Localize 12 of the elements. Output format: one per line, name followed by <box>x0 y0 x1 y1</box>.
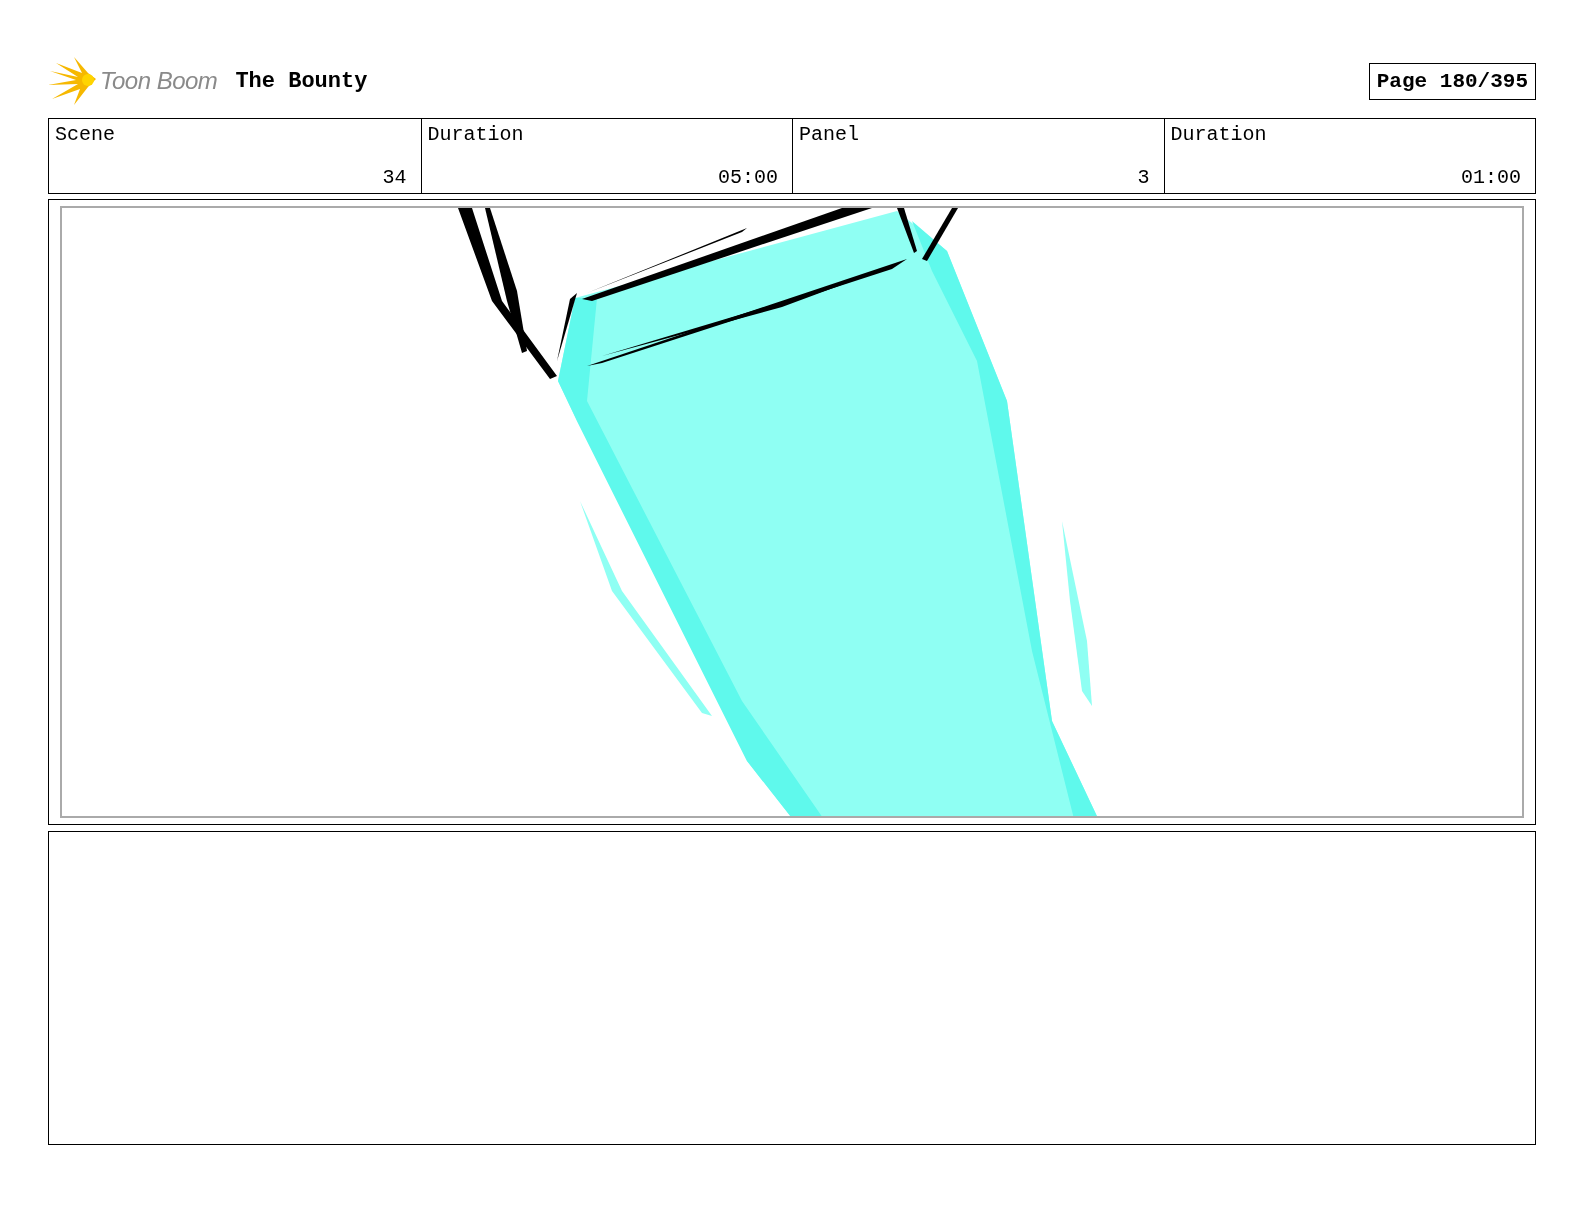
starburst-icon <box>48 57 98 105</box>
logo-text: Toon Boom <box>100 67 218 95</box>
field-value: 01:00 <box>1461 166 1521 189</box>
field-label: Scene <box>55 123 116 146</box>
field-value: 3 <box>1137 166 1150 189</box>
field-label: Duration <box>427 123 525 146</box>
field-value: 34 <box>382 166 407 189</box>
field-label: Panel <box>799 123 860 146</box>
field-value: 05:00 <box>718 166 778 189</box>
field-label: Duration <box>1170 123 1268 146</box>
project-title: The Bounty <box>235 68 368 94</box>
page-number: Page 180/395 <box>1368 62 1536 100</box>
